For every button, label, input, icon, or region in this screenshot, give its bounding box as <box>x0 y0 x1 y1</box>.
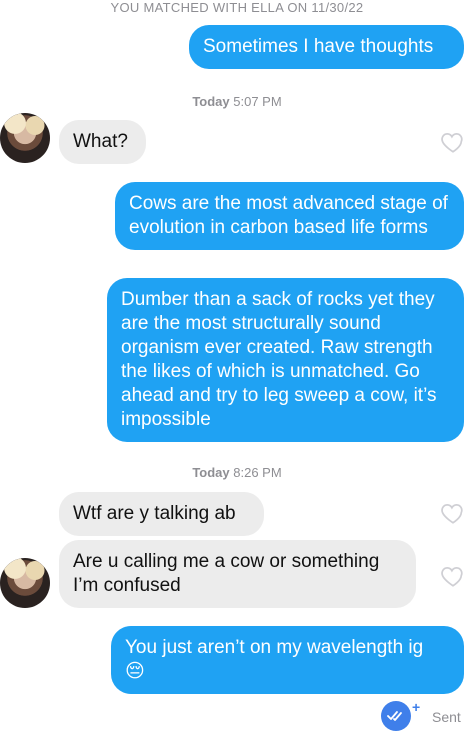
heart-outline-icon[interactable] <box>440 500 466 526</box>
pensive-emoji: 😔 <box>125 661 145 682</box>
message-bubble-outgoing[interactable]: Cows are the most advanced stage of evol… <box>115 182 464 250</box>
message-bubble-outgoing[interactable]: You just aren’t on my wavelength ig 😔 <box>111 626 464 694</box>
plus-icon[interactable]: + <box>412 699 420 715</box>
timestamp-time: 5:07 PM <box>233 94 282 109</box>
message-bubble-incoming[interactable]: Are u calling me a cow or something I’m … <box>59 540 416 608</box>
timestamp-divider: Today 5:07 PM <box>0 94 474 109</box>
timestamp-day: Today <box>192 465 230 480</box>
timestamp-day: Today <box>192 94 230 109</box>
timestamp-divider: Today 8:26 PM <box>0 465 474 480</box>
heart-outline-icon[interactable] <box>440 563 466 589</box>
heart-outline-icon[interactable] <box>440 129 466 155</box>
sent-status-label: Sent <box>432 709 461 725</box>
avatar[interactable] <box>0 558 50 608</box>
message-bubble-outgoing[interactable]: Sometimes I have thoughts <box>189 25 464 69</box>
timestamp-time: 8:26 PM <box>233 465 282 480</box>
message-bubble-incoming[interactable]: Wtf are y talking ab <box>59 492 264 536</box>
double-check-icon[interactable] <box>381 701 411 731</box>
message-bubble-incoming[interactable]: What? <box>59 120 146 164</box>
message-bubble-outgoing[interactable]: Dumber than a sack of rocks yet they are… <box>107 278 464 442</box>
message-text: You just aren’t on my wavelength ig <box>125 637 424 658</box>
match-header: YOU MATCHED WITH ELLA ON 11/30/22 <box>110 0 364 15</box>
avatar[interactable] <box>0 113 50 163</box>
